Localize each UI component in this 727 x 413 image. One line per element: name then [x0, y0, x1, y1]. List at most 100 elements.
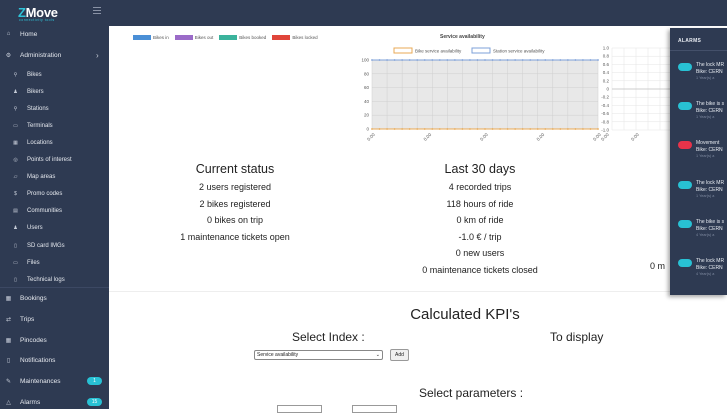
calendar-icon: ▦ — [5, 295, 12, 302]
location-icon: ▦ — [13, 140, 18, 147]
x-tick-label: 0.00 — [366, 132, 376, 142]
sidebar-item-bikers[interactable]: ♟ Bikers — [0, 85, 109, 99]
sidebar-item-sd-card-imgs[interactable]: ▯ SD card IMGs — [0, 239, 109, 253]
bikes-chart-legend: Bikes in Bikes out Bikes booked Bikes locke… — [133, 33, 324, 41]
sidebar-item-label: Stations — [27, 106, 49, 113]
y-tick-label: 0.8 — [603, 54, 610, 59]
data-point — [438, 59, 441, 61]
sidebar-item-points-of-interest[interactable]: ◎ Points of interest — [0, 153, 109, 167]
alarm-item[interactable]: The lock MR Bike: CERN 1 Year(s) a — [670, 58, 727, 90]
index-select[interactable]: Service availability ⌄ — [254, 350, 383, 360]
sidebar-item-stations[interactable]: ⚲ Stations — [0, 102, 109, 116]
sidebar-item-bookings[interactable]: ▦ Bookings — [0, 291, 109, 305]
data-point — [431, 128, 434, 130]
sidebar-item-label: Technical logs — [27, 276, 65, 283]
sidebar-item-pincodes[interactable]: ▦ Pincodes — [0, 333, 109, 347]
sidebar-item-map-areas[interactable]: ▱ Map areas — [0, 170, 109, 184]
alarm-bike: Bike: CERN — [696, 69, 723, 75]
data-point — [574, 128, 577, 130]
alarm-item[interactable]: The bike is s Bike: CERN 4 Year(s) a — [670, 215, 727, 247]
legend-item[interactable]: Bikes in — [133, 34, 169, 40]
sidebar-item-users[interactable]: ♟ Users — [0, 221, 109, 235]
status-line: 2 users registered — [198, 182, 272, 192]
data-point — [514, 128, 517, 130]
trip-icon: ⇄ — [5, 316, 12, 323]
users-icon: ♟ — [13, 225, 18, 232]
sidebar-item-promo-codes[interactable]: $ Promo codes — [0, 187, 109, 201]
data-point — [499, 128, 501, 130]
sidebar-item-terminals[interactable]: ▭ Terminals — [0, 119, 109, 133]
data-point — [506, 59, 509, 61]
sidebar-item-label: Points of interest — [27, 157, 72, 164]
data-point — [438, 128, 441, 130]
alarm-text: The bike is s — [696, 218, 725, 225]
alarm-status-icon — [678, 180, 692, 189]
data-point — [386, 128, 388, 130]
count-badge: 1 — [87, 377, 102, 385]
sidebar-item-administration[interactable]: ⚙ Administration › — [0, 48, 109, 62]
sidebar-item-notifications[interactable]: ▯ Notifications — [0, 353, 109, 367]
sidebar-item-files[interactable]: ▭ Files — [0, 256, 109, 270]
data-point — [551, 128, 554, 130]
sidebar-item-communities[interactable]: ▤ Communities — [0, 204, 109, 218]
y-tick-label: -0.4 — [601, 103, 609, 108]
poi-icon: ◎ — [13, 157, 18, 164]
alarm-status-icon — [678, 102, 692, 111]
alarm-item[interactable]: The bike is s Bike: CERN 1 Year(s) a — [670, 97, 727, 129]
chevron-right-icon: › — [96, 50, 99, 60]
alarm-time: 1 Year(s) a — [696, 154, 715, 159]
legend-item[interactable]: Bikes locked — [272, 34, 318, 40]
legend-swatch — [471, 47, 491, 54]
y-tick-label: -0.6 — [601, 111, 609, 116]
sidebar-item-bikes[interactable]: ⚲ Bikes — [0, 68, 109, 82]
sidebar-item-technical-logs[interactable]: ▯ Technical logs — [0, 273, 109, 287]
data-point — [416, 59, 419, 61]
sidebar-item-label: Map areas — [27, 174, 56, 181]
data-point — [574, 59, 577, 61]
alarm-text: The bike is s — [696, 101, 725, 108]
y-tick-label: 20 — [364, 113, 370, 118]
sidebar-item-trips[interactable]: ⇄ Trips — [0, 312, 109, 326]
status-line: 0 bikes on trip — [206, 215, 264, 225]
home-icon: ⌂ — [6, 31, 11, 37]
data-point — [514, 59, 517, 61]
alarm-text: The lock MR — [696, 62, 725, 68]
parameter-input[interactable] — [277, 405, 322, 413]
last30-title: Last 30 days — [444, 162, 516, 176]
data-point — [566, 128, 569, 130]
sidebar-item-alarms[interactable]: △ Alarms 15 — [0, 395, 109, 409]
alarm-item[interactable]: The lock MR Bike: CERN 4 Year(s) a — [670, 254, 727, 286]
sidebar-item-label: Alarms — [20, 398, 41, 406]
data-point — [469, 128, 471, 130]
data-point — [408, 59, 411, 61]
parameter-input[interactable] — [352, 405, 397, 413]
sidebar-item-home[interactable]: ⌂ Home — [0, 27, 109, 41]
status-line: 2 bikes registered — [199, 198, 271, 209]
alarm-time: 4 Year(s) a — [696, 272, 715, 276]
kpi-title: Calculated KPI's — [410, 306, 520, 323]
add-button[interactable]: Add — [390, 349, 409, 361]
data-point — [559, 59, 562, 61]
alarm-item[interactable]: Movement Bike: CERN 1 Year(s) a — [670, 136, 727, 168]
x-tick-label: 0.00 — [479, 132, 489, 142]
sidebar-item-label: Bikes — [27, 72, 42, 78]
legend-item[interactable]: Bikes out — [174, 34, 213, 40]
last30-line: 0 km of ride — [456, 215, 504, 225]
alarm-status-icon — [678, 219, 692, 228]
sidebar-item-locations[interactable]: ▦ Locations — [0, 136, 109, 150]
sidebar-item-label: Notifications — [20, 356, 56, 364]
menu-toggle-icon[interactable] — [93, 7, 101, 14]
data-point — [393, 128, 396, 130]
alarm-time: 1 Year(s) a — [696, 115, 715, 120]
alarm-item[interactable]: The lock MR Bike: CERN 1 Year(s) a — [670, 176, 727, 208]
sdcard-icon: ▯ — [14, 242, 17, 249]
alarm-status-icon — [678, 141, 692, 150]
data-point — [476, 59, 479, 61]
last30-line: 4 recorded trips — [448, 182, 512, 192]
sidebar-item-label: Communities — [27, 208, 63, 215]
sidebar-item-maintenances[interactable]: ✎ Maintenances 1 — [0, 374, 109, 388]
x-tick-label: 0.00 — [536, 132, 546, 142]
data-point — [476, 128, 479, 130]
legend-item[interactable]: Bikes booked — [219, 34, 266, 40]
bell-icon: ▯ — [6, 357, 11, 364]
